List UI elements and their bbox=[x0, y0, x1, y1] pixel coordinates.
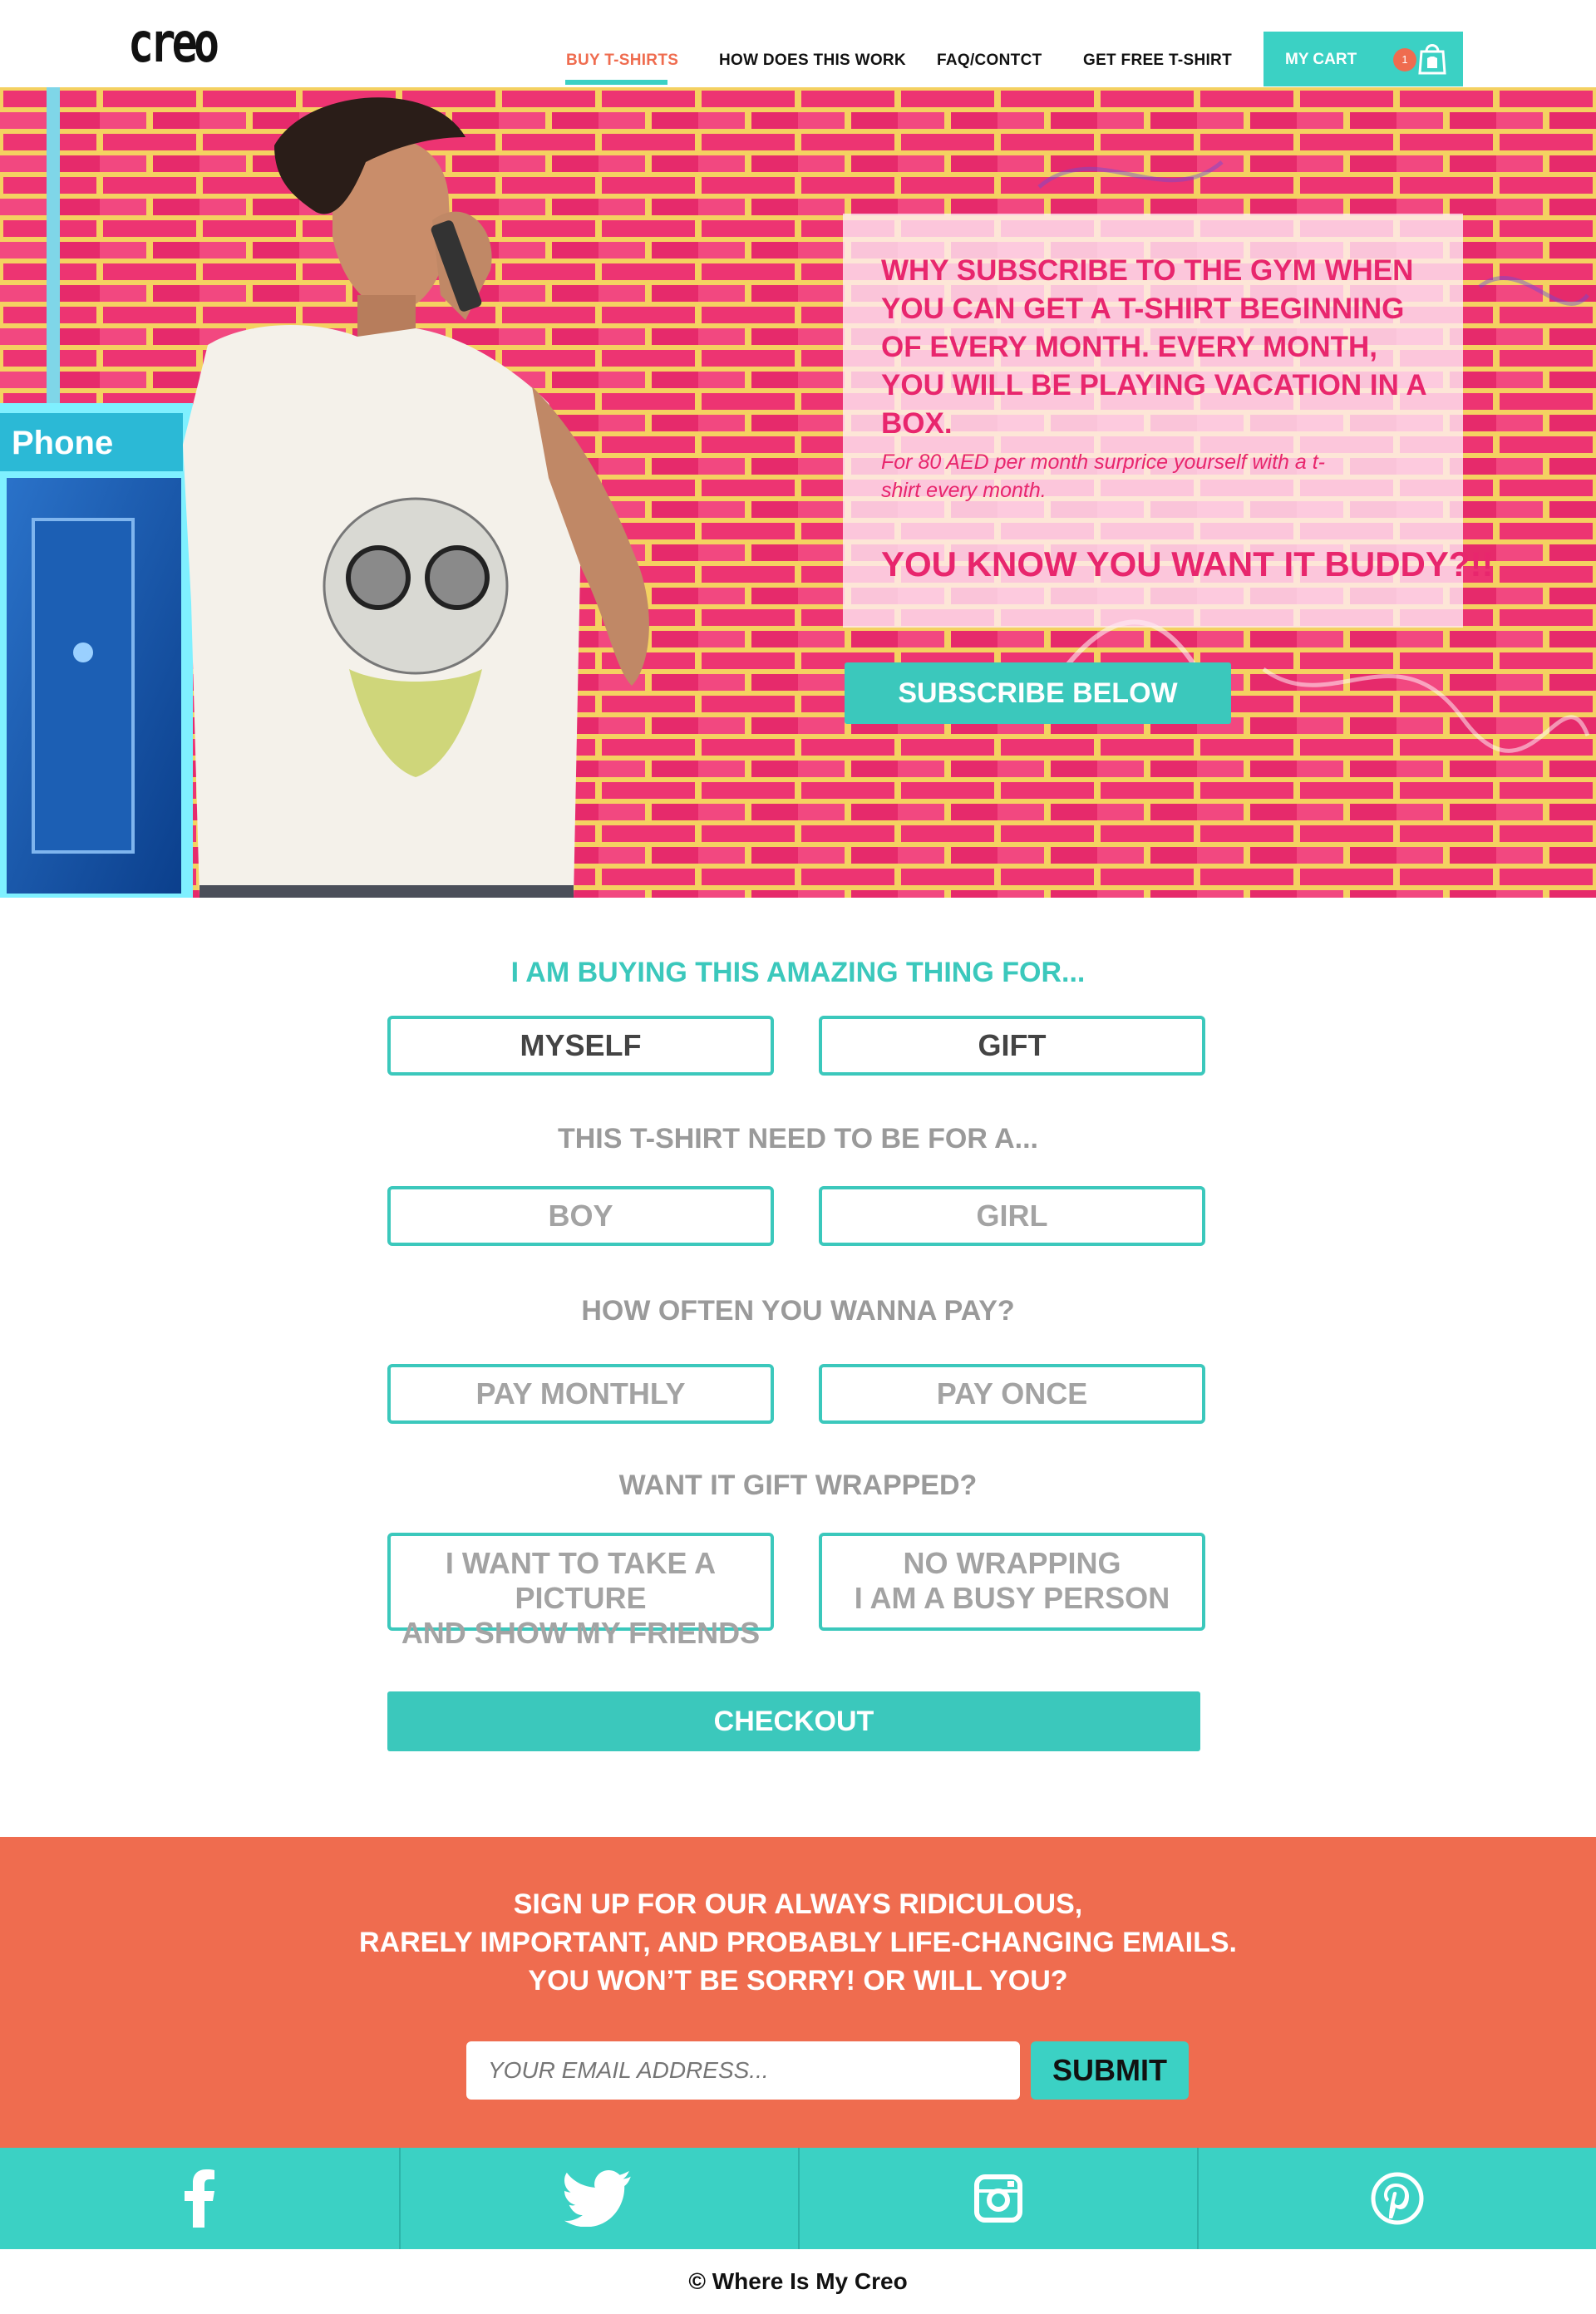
social-bar bbox=[0, 2148, 1596, 2249]
hero-message-panel: WHY SUBSCRIBE TO THE GYM WHEN YOU CAN GE… bbox=[843, 214, 1494, 628]
nav-how-it-works[interactable]: HOW DOES THIS WORK bbox=[719, 50, 906, 71]
cart-button[interactable]: MY CART 1 bbox=[1264, 32, 1463, 86]
logo[interactable]: creo bbox=[128, 12, 219, 75]
twitter-link[interactable] bbox=[399, 2148, 798, 2249]
nav-buy-tshirts[interactable]: BUY T-SHIRTS bbox=[566, 50, 678, 71]
question-gift-wrapped: WANT IT GIFT WRAPPED? bbox=[618, 1470, 978, 1501]
site-header: creo BUY T-SHIRTS HOW DOES THIS WORK FAQ… bbox=[0, 0, 1596, 87]
cart-label: MY CART bbox=[1285, 51, 1357, 68]
hero-subtext: For 80 AED per month surprice yourself w… bbox=[881, 450, 1325, 502]
question-tshirt-for: THIS T-SHIRT NEED TO BE FOR A... bbox=[557, 1123, 1039, 1155]
nav-active-underline bbox=[565, 80, 667, 85]
nav-faq-contact[interactable]: FAQ/CONTCT bbox=[937, 50, 1042, 71]
newsletter-line-1: SIGN UP FOR OUR ALWAYS RIDICULOUS, bbox=[513, 1888, 1083, 1920]
question-buying-for: I AM BUYING THIS AMAZING THING FOR... bbox=[510, 957, 1086, 988]
newsletter-line-3: YOU WON’T BE SORRY! OR WILL YOU? bbox=[528, 1965, 1068, 1996]
option-pay-once[interactable]: PAY ONCE bbox=[819, 1364, 1205, 1424]
newsletter-section: SIGN UP FOR OUR ALWAYS RIDICULOUS, RAREL… bbox=[0, 1837, 1596, 2148]
footer-copyright: © Where Is My Creo bbox=[688, 2268, 908, 2294]
subscribe-below-button[interactable]: SUBSCRIBE BELOW bbox=[845, 662, 1231, 724]
option-gift-wrap[interactable]: I WANT TO TAKE A PICTURE AND SHOW MY FRI… bbox=[387, 1533, 774, 1650]
hero-headline: WHY SUBSCRIBE TO THE GYM WHEN YOU CAN GE… bbox=[881, 254, 1426, 440]
submit-button[interactable]: SUBMIT bbox=[1031, 2041, 1189, 2100]
pinterest-link[interactable] bbox=[1197, 2148, 1596, 2249]
newsletter-text: SIGN UP FOR OUR ALWAYS RIDICULOUS, RAREL… bbox=[0, 1885, 1596, 2000]
facebook-link[interactable] bbox=[0, 2148, 399, 2249]
shopping-bag-icon bbox=[1418, 44, 1446, 75]
hero-banner: Phone WHY SUBSCRIBE TO THE GYM WHEN YOU … bbox=[0, 87, 1596, 898]
instagram-icon bbox=[974, 2174, 1022, 2223]
facebook-icon bbox=[185, 2169, 214, 2228]
option-myself[interactable]: MYSELF bbox=[387, 1016, 774, 1076]
twitter-icon bbox=[564, 2170, 631, 2227]
pinterest-icon bbox=[1371, 2172, 1424, 2225]
option-girl[interactable]: GIRL bbox=[819, 1186, 1205, 1246]
newsletter-line-2: RARELY IMPORTANT, AND PROBABLY LIFE-CHAN… bbox=[359, 1927, 1237, 1958]
option-boy[interactable]: BOY bbox=[387, 1186, 774, 1246]
phone-sign: Phone bbox=[12, 425, 113, 461]
nav-get-free-tshirt[interactable]: GET FREE T-SHIRT bbox=[1083, 50, 1232, 71]
hero-cta-text: YOU KNOW YOU WANT IT BUDDY?!! bbox=[881, 544, 1494, 583]
option-no-wrapping[interactable]: NO WRAPPING I AM A BUSY PERSON bbox=[819, 1533, 1205, 1631]
option-pay-monthly[interactable]: PAY MONTHLY bbox=[387, 1364, 774, 1424]
option-gift[interactable]: GIFT bbox=[819, 1016, 1205, 1076]
instagram-link[interactable] bbox=[798, 2148, 1197, 2249]
question-pay-frequency: HOW OFTEN YOU WANNA PAY? bbox=[581, 1295, 1015, 1327]
email-input[interactable] bbox=[466, 2041, 1020, 2100]
checkout-button[interactable]: CHECKOUT bbox=[387, 1691, 1200, 1751]
